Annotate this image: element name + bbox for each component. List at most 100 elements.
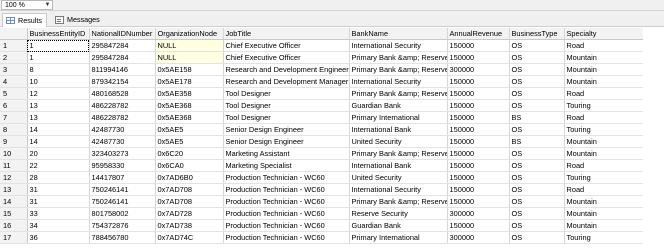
table-cell[interactable]: Touring	[564, 231, 644, 245]
table-cell[interactable]: International Security	[349, 75, 448, 89]
table-cell[interactable]: 0x7AD708	[155, 183, 224, 197]
tab-results[interactable]: Results	[2, 13, 47, 27]
table-cell[interactable]: 0x7AD708	[155, 195, 224, 209]
table-cell[interactable]: 150000	[447, 111, 510, 125]
row-number[interactable]: 15	[0, 207, 28, 221]
table-cell[interactable]: 12	[27, 87, 90, 101]
table-cell[interactable]: International Security	[349, 39, 448, 53]
table-cell[interactable]: 323403273	[89, 147, 156, 161]
table-cell[interactable]: Road	[564, 111, 644, 125]
table-cell[interactable]: Production Technician - WC60	[223, 183, 350, 197]
table-cell[interactable]: Production Technician - WC60	[223, 231, 350, 245]
chevron-down-icon[interactable]: ▼	[43, 1, 52, 9]
table-row[interactable]: 13 31 750246141 0x7AD708 Production Technici…	[0, 183, 644, 197]
table-cell[interactable]: 788456780	[89, 231, 156, 245]
table-cell[interactable]: Chief Executive Officer	[223, 39, 350, 53]
table-cell[interactable]: Research and Development Manager	[223, 75, 350, 89]
row-number[interactable]: 4	[0, 75, 28, 89]
row-number[interactable]: 1	[0, 39, 28, 53]
table-cell[interactable]: OS	[509, 39, 565, 53]
table-cell[interactable]: 150000	[447, 75, 510, 89]
table-cell[interactable]: 150000	[447, 195, 510, 209]
row-number[interactable]: 17	[0, 231, 28, 245]
table-cell[interactable]: Primary Bank &amp; Reserve	[349, 195, 448, 209]
table-cell[interactable]: 31	[27, 195, 90, 209]
table-cell[interactable]: 31	[27, 183, 90, 197]
table-cell[interactable]: Mountain	[564, 147, 644, 161]
tab-messages[interactable]: Messages	[52, 13, 104, 26]
table-cell[interactable]: 8	[27, 63, 90, 77]
row-number[interactable]: 12	[0, 171, 28, 185]
table-cell[interactable]: United Security	[349, 135, 448, 149]
table-cell[interactable]: 150000	[447, 51, 510, 65]
column-header[interactable]: NationalIDNumber	[89, 28, 156, 41]
table-cell[interactable]: Guardian Bank	[349, 99, 448, 113]
table-row[interactable]: 6 13 486228782 0x5AE368 Tool Designer Guardia…	[0, 99, 644, 113]
column-header[interactable]: JobTitle	[223, 28, 350, 41]
table-cell[interactable]: BS	[509, 135, 565, 149]
table-cell[interactable]: International Bank	[349, 159, 448, 173]
table-cell[interactable]: 150000	[447, 87, 510, 101]
table-cell[interactable]: Mountain	[564, 207, 644, 221]
column-header[interactable]: AnnualRevenue	[447, 28, 510, 41]
table-cell[interactable]: 14	[27, 135, 90, 149]
table-cell[interactable]: 34	[27, 219, 90, 233]
table-cell[interactable]: 0x7AD74C	[155, 231, 224, 245]
table-cell[interactable]: 150000	[447, 159, 510, 173]
table-cell[interactable]: 486228782	[89, 111, 156, 125]
table-cell[interactable]: OS	[509, 75, 565, 89]
table-row[interactable]: 11 22 95958330 0x6CA0 Marketing Specialist In…	[0, 159, 644, 173]
table-cell[interactable]: 300000	[447, 207, 510, 221]
table-cell[interactable]: Chief Executive Officer	[223, 51, 350, 65]
column-header[interactable]: Specialty	[564, 28, 644, 41]
table-cell[interactable]: Primary Bank &amp; Reserve	[349, 147, 448, 161]
column-header[interactable]: OrganizationNode	[155, 28, 224, 41]
table-cell[interactable]: Production Technician - WC60	[223, 171, 350, 185]
table-cell[interactable]: 0x5AE158	[155, 63, 224, 77]
table-cell[interactable]: 95958330	[89, 159, 156, 173]
row-number[interactable]: 7	[0, 111, 28, 125]
table-cell[interactable]: Mountain	[564, 63, 644, 77]
row-number[interactable]: 6	[0, 99, 28, 113]
table-cell[interactable]: 13	[27, 99, 90, 113]
table-row[interactable]: 4 10 879342154 0x5AE178 Research and Develop…	[0, 75, 644, 89]
table-cell[interactable]: Production Technician - WC60	[223, 207, 350, 221]
table-cell[interactable]: 300000	[447, 231, 510, 245]
table-row[interactable]: 9 14 42487730 0x5AE5 Senior Design Engineer U…	[0, 135, 644, 149]
table-cell[interactable]: 0x5AE178	[155, 75, 224, 89]
table-cell[interactable]: Road	[564, 159, 644, 173]
table-cell[interactable]: 0x5AE368	[155, 111, 224, 125]
table-cell[interactable]: 150000	[447, 135, 510, 149]
table-cell[interactable]: OS	[509, 231, 565, 245]
table-cell[interactable]: Primary Bank &amp; Reserve	[349, 63, 448, 77]
table-cell[interactable]: Mountain	[564, 195, 644, 209]
row-number[interactable]: 16	[0, 219, 28, 233]
row-number[interactable]: 2	[0, 51, 28, 65]
column-header[interactable]: BusinessType	[509, 28, 565, 41]
table-cell[interactable]: 0x5AE5	[155, 135, 224, 149]
table-cell[interactable]: NULL	[155, 39, 224, 53]
table-cell[interactable]: OS	[509, 195, 565, 209]
table-cell[interactable]: OS	[509, 171, 565, 185]
table-row[interactable]: 15 33 801758002 0x7AD728 Production Technici…	[0, 207, 644, 221]
table-row[interactable]: 1 1 295847284 NULL Chief Executive Officer In…	[0, 39, 644, 53]
table-cell[interactable]: Mountain	[564, 135, 644, 149]
table-row[interactable]: 16 34 754372876 0x7AD738 Production Technici…	[0, 219, 644, 233]
column-header[interactable]: BusinessEntityID	[27, 28, 90, 41]
table-cell[interactable]: 150000	[447, 171, 510, 185]
table-cell[interactable]: 750246141	[89, 195, 156, 209]
table-cell[interactable]: Primary International	[349, 111, 448, 125]
table-cell[interactable]: Mountain	[564, 51, 644, 65]
table-cell[interactable]: Touring	[564, 171, 644, 185]
table-cell[interactable]: 0x5AE368	[155, 99, 224, 113]
table-cell[interactable]: Marketing Assistant	[223, 147, 350, 161]
table-row[interactable]: 2 1 295847284 NULL Chief Executive Officer Pr…	[0, 51, 644, 65]
table-cell[interactable]: 13	[27, 111, 90, 125]
table-cell[interactable]: Tool Designer	[223, 111, 350, 125]
table-cell[interactable]: United Security	[349, 171, 448, 185]
table-cell[interactable]: Production Technician - WC60	[223, 219, 350, 233]
row-number[interactable]: 9	[0, 135, 28, 149]
table-row[interactable]: 3 8 811994146 0x5AE158 Research and Developm…	[0, 63, 644, 77]
table-cell[interactable]: 36	[27, 231, 90, 245]
table-cell[interactable]: 811994146	[89, 63, 156, 77]
